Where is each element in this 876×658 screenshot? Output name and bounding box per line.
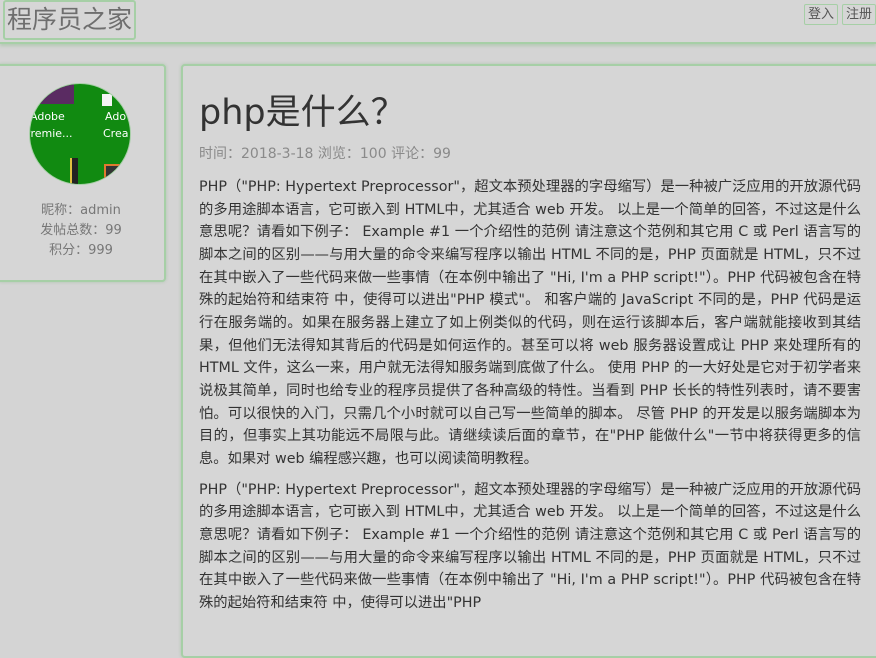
article-paragraph: PHP（"PHP: Hypertext Preprocessor"，超文本预处理…: [199, 481, 861, 611]
auth-links: 登入 注册: [800, 4, 876, 25]
site-logo[interactable]: 程序员之家: [3, 0, 137, 40]
user-profile-card: Adobe Premie... Ado Crea 昵称：admin 发帖总数：9…: [0, 64, 166, 282]
article-title: php是什么？: [199, 93, 406, 133]
avatar-icon-label: Premie...: [30, 127, 73, 140]
avatar[interactable]: Adobe Premie... Ado Crea: [29, 83, 131, 185]
avatar-icon-label: Adobe: [30, 110, 65, 123]
nickname: 昵称：admin: [41, 203, 121, 218]
register-link[interactable]: 注册: [841, 4, 876, 25]
avatar-desktop-tile: [104, 164, 122, 184]
shortcut-icon: [102, 94, 112, 106]
avatar-icon-label: Ado: [105, 110, 127, 123]
avatar-icon-label: Crea: [103, 127, 129, 140]
points: 积分：999: [49, 243, 113, 258]
avatar-desktop-tile: [70, 158, 78, 184]
article-meta: 时间：2018-3-18 浏览：100 评论：99: [199, 146, 451, 162]
post-count: 发帖总数：99: [40, 223, 122, 238]
user-stats: 昵称：admin 发帖总数：99 积分：999: [0, 201, 164, 261]
article-panel: php是什么？ 时间：2018-3-18 浏览：100 评论：99 PHP（"P…: [181, 64, 876, 658]
avatar-desktop-tile: [30, 84, 74, 104]
article-body: PHP（"PHP: Hypertext Preprocessor"，超文本预处理…: [199, 176, 861, 622]
article-paragraph: PHP（"PHP: Hypertext Preprocessor"，超文本预处理…: [199, 179, 861, 467]
top-navbar: 程序员之家 登入 注册: [0, 0, 876, 44]
login-link[interactable]: 登入: [803, 4, 838, 25]
